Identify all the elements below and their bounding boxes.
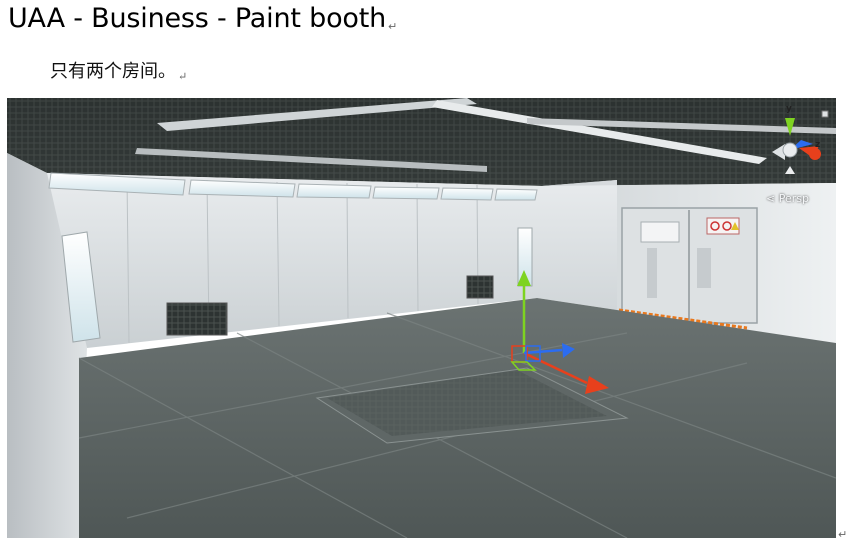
gizmo-z-label: z [815, 140, 821, 150]
paragraph-mark-icon: ↵ [388, 20, 398, 33]
body-paragraph: 只有两个房间。 ↵ [50, 57, 187, 83]
paragraph-mark-icon: ↵ [178, 70, 188, 83]
paragraph-mark-icon: ↵ [838, 528, 848, 541]
gizmo-y-label: y [786, 104, 792, 114]
paragraph-text: 只有两个房间。 [50, 61, 176, 82]
page-heading: UAA - Business - Paint booth ↵ [8, 3, 397, 34]
heading-text: UAA - Business - Paint booth [8, 3, 387, 34]
projection-label[interactable]: ⋖ Persp [766, 192, 809, 205]
scene-viewport-image[interactable] [7, 98, 836, 538]
wall-vent [166, 302, 228, 336]
